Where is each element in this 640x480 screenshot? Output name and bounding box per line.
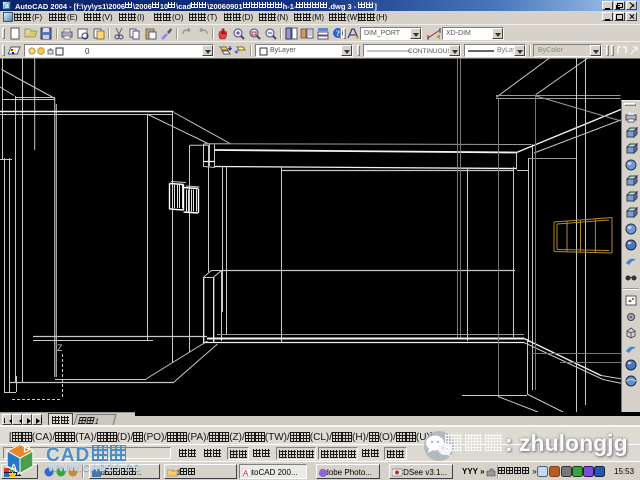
svg-text:Z: Z <box>57 343 63 353</box>
svg-text:A: A <box>243 469 249 477</box>
svg-text:A: A <box>10 462 17 475</box>
svg-text:D: D <box>23 443 30 456</box>
